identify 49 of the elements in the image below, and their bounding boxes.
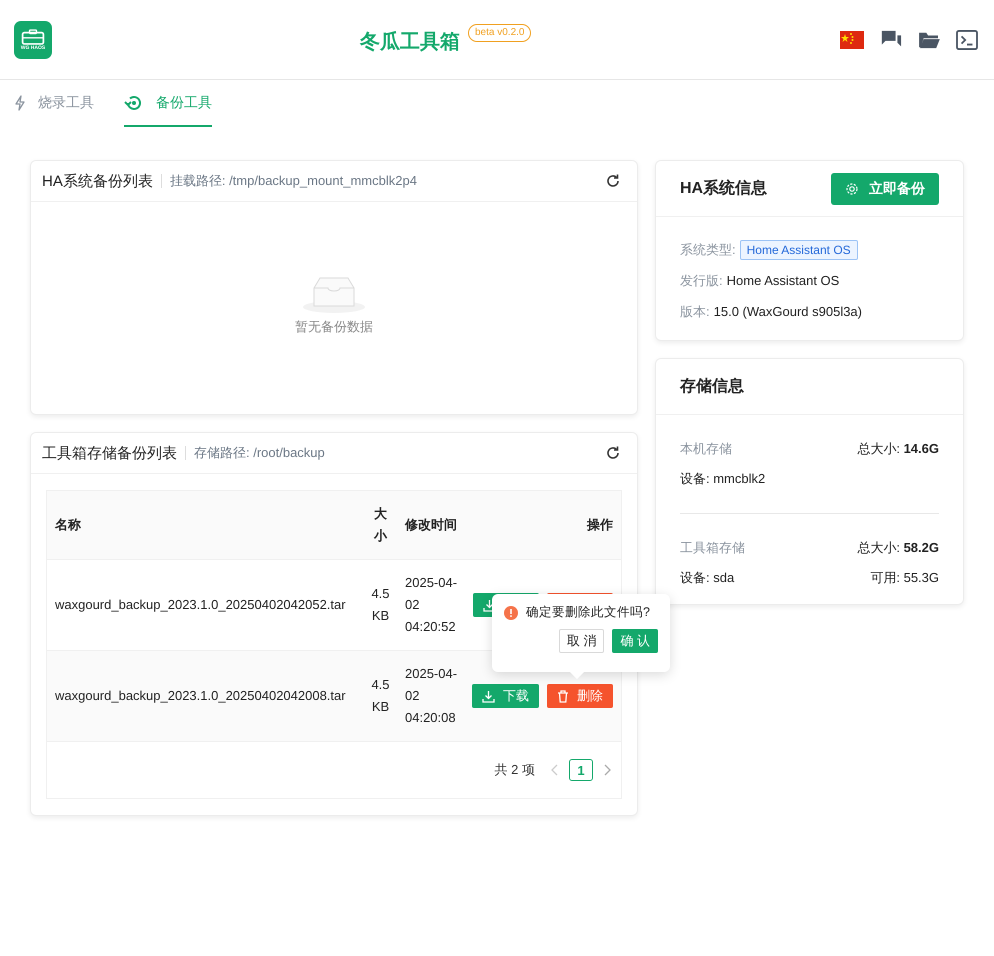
flag-icon[interactable]	[840, 30, 864, 48]
table-cell: 4.5 KB	[364, 650, 397, 742]
table-cell: waxgourd_backup_2023.1.0_20250402042008.tar	[47, 650, 364, 742]
device-name: 设备: sda	[680, 569, 734, 587]
refresh-icon[interactable]	[605, 173, 621, 189]
backup-now-button[interactable]: 立即备份	[831, 172, 939, 204]
total-size: 总大小: 14.6G	[857, 440, 939, 458]
table-cell: 2025-04-02 04:20:08	[397, 650, 466, 742]
field-label: 版本:	[680, 302, 710, 320]
os-tag: Home Assistant OS	[740, 240, 858, 260]
total-count: 共 2 项	[494, 761, 535, 779]
card-title: HA系统信息	[680, 178, 768, 199]
card-title: 存储信息	[680, 376, 744, 397]
field-value: 15.0 (WaxGourd s905l3a)	[714, 304, 862, 319]
popover-message: 确定要删除此文件吗?	[526, 604, 650, 621]
column-header: 操作	[466, 491, 621, 560]
download-button[interactable]: 下载	[472, 684, 539, 708]
app-title: 冬瓜工具箱	[360, 30, 460, 55]
total-size: 总大小: 58.2G	[857, 539, 939, 557]
trash-icon	[557, 690, 569, 702]
free-space: 可用: 55.3G	[870, 569, 939, 587]
storage-name: 工具箱存储	[680, 539, 745, 557]
lightning-icon	[14, 94, 26, 110]
card-title: HA系统备份列表	[42, 172, 153, 190]
field-label: 系统类型:	[680, 240, 736, 258]
terminal-icon[interactable]	[956, 30, 978, 50]
cancel-button[interactable]: 取 消	[558, 629, 604, 653]
card-title: 工具箱存储备份列表	[42, 444, 177, 462]
delete-button[interactable]: 删除	[547, 684, 613, 708]
folder-icon[interactable]	[918, 30, 940, 48]
refresh-icon[interactable]	[605, 445, 621, 461]
device-name: 设备: mmcblk2	[680, 470, 766, 488]
gear-icon	[845, 182, 859, 196]
column-header: 大小	[364, 491, 397, 560]
storage-name: 本机存储	[680, 440, 732, 458]
field-label: 发行版:	[680, 272, 723, 290]
tab[interactable]: 烧录工具	[14, 80, 94, 127]
field-value: Home Assistant OS	[726, 273, 840, 288]
mount-path: 挂载路径: /tmp/backup_mount_mmcblk2p4	[170, 172, 417, 190]
confirm-button[interactable]: 确 认	[612, 629, 658, 653]
warning-icon	[504, 606, 518, 620]
download-icon	[482, 690, 495, 702]
empty-message: 暂无备份数据	[295, 318, 373, 336]
page-button[interactable]: 1	[569, 759, 593, 781]
tab[interactable]: 备份工具	[124, 80, 212, 127]
version-badge: beta v0.2.0	[468, 24, 532, 42]
column-header: 名称	[47, 491, 364, 560]
column-header: 修改时间	[397, 491, 466, 560]
storage-path: 存储路径: /root/backup	[194, 444, 325, 462]
